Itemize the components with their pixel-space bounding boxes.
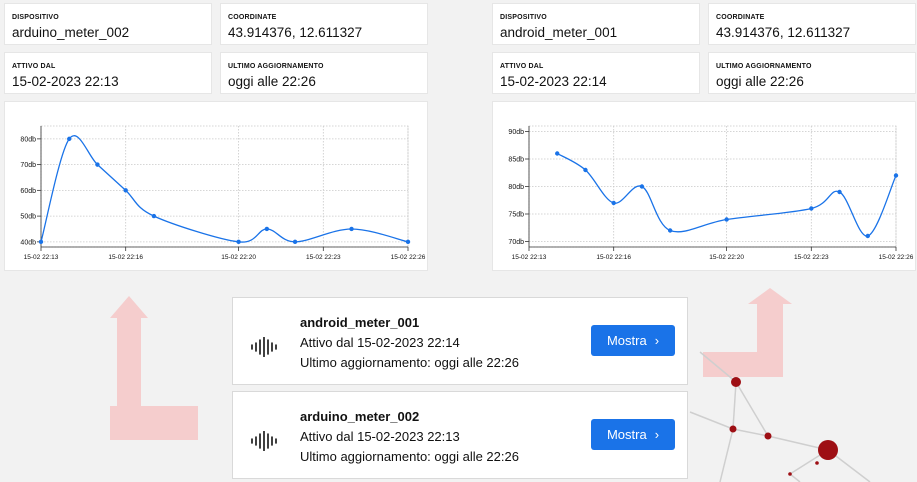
y-tick-label: 60db (20, 188, 36, 195)
left-coordinate-card: COORDINATE 43.914376, 12.611327 (220, 3, 428, 45)
right-arrow-icon (703, 288, 792, 377)
device-name: arduino_meter_002 (300, 409, 420, 424)
dispositivo-value: arduino_meter_002 (12, 25, 130, 40)
device-attivo: Attivo dal 15-02-2023 22:14 (300, 335, 460, 350)
x-tick-label: 15-02 22:23 (794, 254, 829, 261)
left-dispositivo-card: DISPOSITIVO arduino_meter_002 (4, 3, 212, 45)
x-tick-label: 15-02 22:13 (512, 254, 547, 261)
y-tick-label: 85db (508, 157, 524, 164)
y-tick-label: 75db (508, 212, 524, 219)
data-point (865, 233, 870, 239)
right-coordinate-card: COORDINATE 43.914376, 12.611327 (708, 3, 916, 45)
dispositivo-value: android_meter_001 (500, 25, 618, 40)
data-point (405, 239, 411, 245)
attivo-value: 15-02-2023 22:13 (12, 74, 119, 89)
data-point (38, 239, 44, 245)
x-tick-label: 15-02 22:23 (306, 254, 341, 261)
right-chart-card: 70db 75db 80db 85db 90db 15-02 22:13 15-02 22:… (492, 101, 916, 271)
left-attivo-card: ATTIVO DAL 15-02-2023 22:13 (4, 52, 212, 94)
aggiornamento-label: ULTIMO AGGIORNAMENTO (716, 63, 812, 70)
left-chart-card: 40db 50db 60db 70db 80db 15-02 22:13 15-02 22:… (4, 101, 428, 271)
data-point (724, 217, 729, 222)
data-point (264, 226, 270, 232)
data-point (236, 239, 241, 245)
data-point (893, 173, 899, 178)
chevron-right-icon: › (654, 427, 660, 442)
left-arrow-icon (110, 296, 198, 440)
data-point (123, 188, 128, 193)
sound-wave-icon (251, 337, 277, 357)
attivo-value: 15-02-2023 22:14 (500, 74, 607, 89)
y-tick-label: 70db (508, 239, 524, 246)
data-point (292, 239, 298, 245)
y-tick-label: 40db (20, 239, 36, 246)
right-aggiornamento-card: ULTIMO AGGIORNAMENTO oggi alle 22:26 (708, 52, 916, 94)
y-tick-label: 90db (508, 129, 524, 136)
device-card-arduino: arduino_meter_002 Attivo dal 15-02-2023 … (232, 391, 688, 479)
mostra-button-android[interactable]: Mostra › (591, 325, 675, 356)
aggiornamento-value: oggi alle 22:26 (228, 74, 316, 89)
mostra-button-label: Mostra (606, 427, 647, 442)
data-point (583, 167, 588, 173)
data-point (611, 200, 616, 206)
data-point (809, 206, 814, 211)
data-point (639, 184, 645, 189)
attivo-label: ATTIVO DAL (500, 63, 544, 70)
network-nodes (729, 377, 838, 476)
device-card-android: android_meter_001 Attivo dal 15-02-2023 … (232, 297, 688, 385)
data-point (349, 226, 354, 232)
mostra-button-arduino[interactable]: Mostra › (591, 419, 675, 450)
x-tick-label: 15-02 22:20 (709, 254, 744, 261)
data-point (67, 136, 72, 142)
device-name: android_meter_001 (300, 315, 420, 330)
x-tick-label: 15-02 22:16 (596, 254, 631, 261)
y-tick-label: 80db (508, 184, 524, 191)
data-point (151, 213, 157, 219)
mostra-button-label: Mostra (606, 333, 647, 348)
coordinate-value: 43.914376, 12.611327 (716, 25, 851, 40)
left-noise-chart: 40db 50db 60db 70db 80db 15-02 22:13 15-02 22:… (20, 125, 426, 261)
device-aggiornamento: Ultimo aggiornamento: oggi alle 22:26 (300, 355, 519, 370)
data-point (667, 228, 673, 233)
device-aggiornamento: Ultimo aggiornamento: oggi alle 22:26 (300, 449, 519, 464)
left-aggiornamento-card: ULTIMO AGGIORNAMENTO oggi alle 22:26 (220, 52, 428, 94)
y-tick-label: 50db (20, 214, 36, 221)
x-tick-label: 15-02 22:26 (391, 254, 426, 261)
coordinate-label: COORDINATE (716, 14, 765, 21)
right-dispositivo-card: DISPOSITIVO android_meter_001 (492, 3, 700, 45)
dispositivo-label: DISPOSITIVO (12, 14, 59, 21)
aggiornamento-label: ULTIMO AGGIORNAMENTO (228, 63, 324, 70)
chevron-right-icon: › (654, 333, 660, 348)
aggiornamento-value: oggi alle 22:26 (716, 74, 804, 89)
coordinate-value: 43.914376, 12.611327 (228, 25, 363, 40)
x-tick-label: 15-02 22:20 (221, 254, 256, 261)
data-point (95, 162, 100, 167)
y-tick-label: 70db (20, 162, 36, 169)
device-attivo: Attivo dal 15-02-2023 22:13 (300, 429, 460, 444)
x-tick-label: 15-02 22:16 (108, 254, 143, 261)
x-tick-label: 15-02 22:26 (879, 254, 914, 261)
x-tick-label: 15-02 22:13 (24, 254, 59, 261)
right-noise-chart: 70db 75db 80db 85db 90db 15-02 22:13 15-02 22:… (508, 125, 914, 261)
series-line (40, 135, 409, 243)
sound-wave-icon (251, 431, 277, 451)
data-point (555, 151, 560, 156)
data-point (837, 189, 842, 195)
y-tick-label: 80db (20, 136, 36, 143)
attivo-label: ATTIVO DAL (12, 63, 56, 70)
dispositivo-label: DISPOSITIVO (500, 14, 547, 21)
coordinate-label: COORDINATE (228, 14, 277, 21)
right-attivo-card: ATTIVO DAL 15-02-2023 22:14 (492, 52, 700, 94)
